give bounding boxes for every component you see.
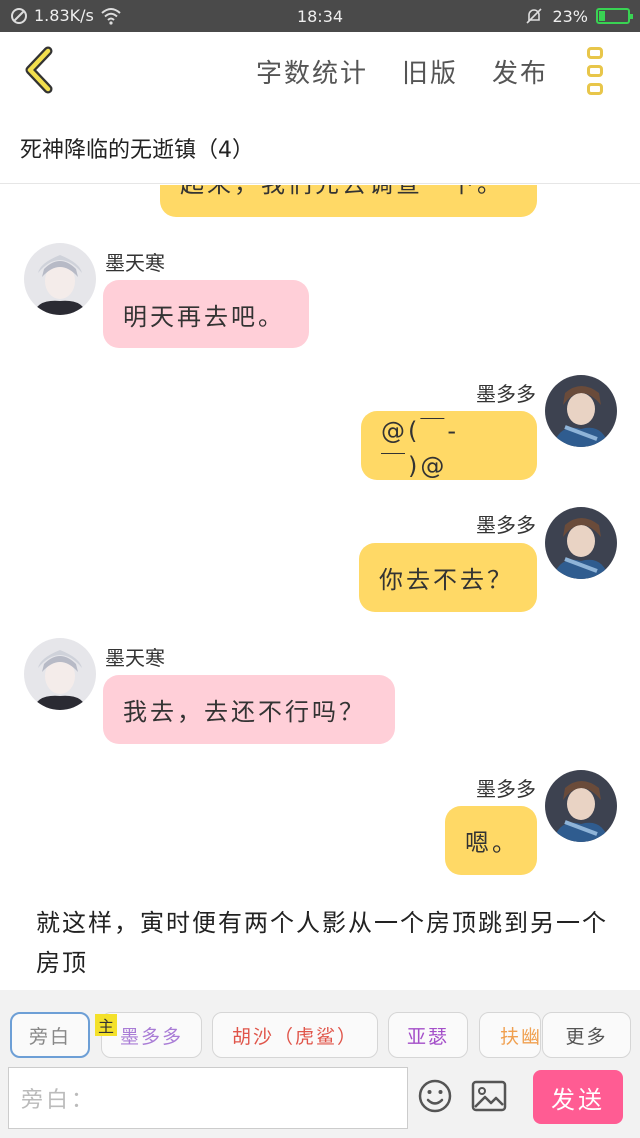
top-actions: 字数统计 旧版 发布: [256, 32, 640, 110]
role-chip-husha[interactable]: 胡沙（虎鲨）: [212, 1012, 378, 1058]
message-bubble: 起来，我们先去调查一下。: [160, 185, 537, 217]
message-input[interactable]: 旁白：: [8, 1067, 408, 1129]
word-count-button[interactable]: 字数统计: [256, 53, 368, 90]
bell-muted-icon: [526, 8, 543, 24]
role-chip-label: 扶幽: [500, 1025, 541, 1048]
avatar[interactable]: [545, 375, 617, 447]
role-chip-arthur[interactable]: 亚瑟: [388, 1012, 468, 1058]
input-bar: 旁白： 发送: [0, 1064, 640, 1138]
role-chip-label: 墨多多: [119, 1025, 183, 1048]
menu-dots-icon[interactable]: [582, 43, 608, 99]
input-placeholder: 旁白：: [21, 1088, 97, 1113]
message-bubble: 我去，去还不行吗？: [103, 675, 395, 744]
message-text: 明天再去吧。: [123, 302, 285, 331]
avatar[interactable]: [24, 243, 96, 315]
send-button[interactable]: 发送: [533, 1070, 623, 1124]
chat-area[interactable]: 起来，我们先去调查一下。 墨天寒 明天再去吧。 墨多多 @(￣-￣)@ 墨多多 …: [0, 185, 640, 990]
role-chip-narrator[interactable]: 旁白: [10, 1012, 90, 1058]
status-right: 23%: [524, 6, 633, 26]
message-text: 起来，我们先去调查一下。: [180, 185, 504, 199]
message-text: 你去不去？: [379, 566, 514, 594]
role-chip-label: 旁白: [28, 1025, 71, 1048]
role-chip-label: 亚瑟: [406, 1025, 449, 1048]
message-bubble: 你去不去？: [359, 543, 537, 612]
status-bar: 1.83K/s 18:34 23%: [0, 0, 640, 32]
battery-percent: 23%: [552, 6, 588, 26]
publish-button[interactable]: 发布: [492, 53, 548, 90]
battery-fill: [599, 11, 605, 21]
message-bubble: 明天再去吧。: [103, 280, 309, 348]
send-label: 发送: [551, 1085, 605, 1114]
message-text: @(￣-￣)@: [381, 416, 460, 480]
main-role-tag: 主: [95, 1014, 117, 1036]
image-icon[interactable]: [470, 1078, 508, 1114]
message-bubble: 嗯。: [445, 806, 537, 875]
avatar[interactable]: [545, 770, 617, 842]
speaker-name: 墨天寒: [105, 646, 165, 670]
story-header: 死神降临的无逝镇（4）: [0, 110, 640, 184]
top-bar: 字数统计 旧版 发布: [0, 32, 640, 110]
avatar[interactable]: [24, 638, 96, 710]
more-label: 更多: [565, 1025, 608, 1048]
message-text: 我去，去还不行吗？: [123, 698, 366, 726]
speaker-name: 墨多多: [476, 513, 536, 537]
role-chip-label: 胡沙（虎鲨）: [231, 1025, 358, 1048]
speaker-name: 墨多多: [476, 777, 536, 801]
message-text: 嗯。: [465, 829, 519, 857]
narration-text: 就这样，寅时便有两个人影从一个房顶跳到另一个房顶: [36, 909, 608, 977]
smiley-icon[interactable]: [417, 1078, 453, 1114]
message-bubble: @(￣-￣)@: [361, 411, 537, 480]
chevron-left-icon: [25, 46, 53, 94]
role-chip-fuyou[interactable]: 扶幽: [479, 1012, 541, 1058]
old-version-button[interactable]: 旧版: [402, 53, 458, 90]
speaker-name: 墨天寒: [105, 251, 165, 275]
speaker-name: 墨多多: [476, 382, 536, 406]
story-title: 死神降临的无逝镇（4）: [20, 138, 254, 163]
back-button[interactable]: [18, 44, 68, 94]
avatar[interactable]: [545, 507, 617, 579]
battery-icon: [596, 8, 633, 24]
more-roles-button[interactable]: 更多: [542, 1012, 631, 1058]
